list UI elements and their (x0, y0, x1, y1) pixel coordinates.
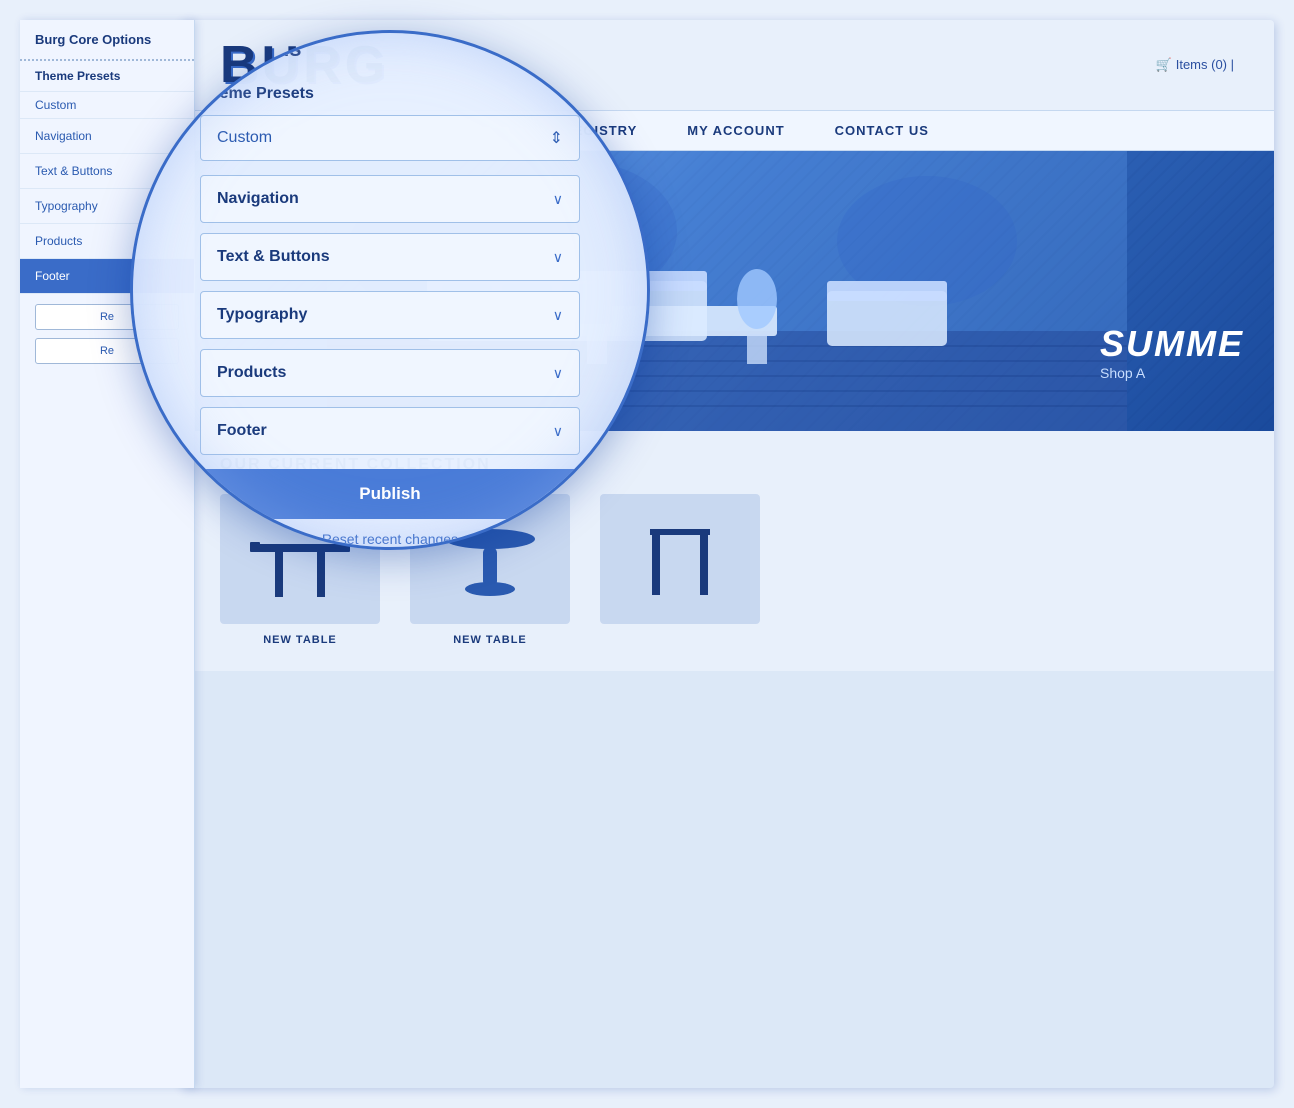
accordion-products[interactable]: Products ∨ (200, 349, 580, 397)
theme-preset-select[interactable]: Custom ⇕ (200, 115, 580, 161)
chevron-down-icon-footer: ∨ (553, 423, 563, 440)
sidebar-item-navigation[interactable]: Navigation (20, 119, 194, 154)
store-cart: 🛒 Items (0) | (1156, 57, 1234, 73)
hero-shop-text: Shop A (1100, 365, 1244, 381)
chevron-down-icon-products: ∨ (553, 365, 563, 382)
publish-button[interactable]: Publish (200, 469, 580, 519)
hero-text: SUMME Shop A (1100, 323, 1244, 381)
nav-my-account[interactable]: MY ACCOUNT (687, 123, 784, 138)
accordion-products-label: Products (217, 364, 286, 382)
nav-contact-us[interactable]: CONTACT US (835, 123, 929, 138)
sidebar-preset-value: Custom (20, 92, 194, 119)
sidebar-theme-presets-label: Theme Presets (20, 61, 194, 92)
sidebar-title: Burg Core Options (20, 20, 194, 61)
accordion-navigation[interactable]: Navigation ∨ (200, 175, 580, 223)
accordion-navigation-label: Navigation (217, 190, 299, 208)
accordion-text-buttons-label: Text & Buttons (217, 248, 330, 266)
chevron-down-icon-navigation: ∨ (553, 191, 563, 208)
chevron-down-icon-typography: ∨ (553, 307, 563, 324)
table-icon-3 (620, 509, 740, 609)
product-name-2: NEW TABLE (453, 634, 527, 646)
accordion-typography[interactable]: Typography ∨ (200, 291, 580, 339)
magnified-panel: e Options 🔍 Theme Presets Custom ⇕ Navig… (130, 30, 650, 550)
accordion-typography-label: Typography (217, 306, 307, 324)
select-arrow-icon: ⇕ (550, 128, 563, 148)
accordion-footer[interactable]: Footer ∨ (200, 407, 580, 455)
hero-summer-text: SUMME (1100, 323, 1244, 365)
product-card-3 (600, 494, 760, 646)
theme-presets-label: Theme Presets (200, 85, 580, 103)
accordion-footer-label: Footer (217, 422, 267, 440)
chevron-down-icon-text-buttons: ∨ (553, 249, 563, 266)
magnified-content-area: e Options 🔍 Theme Presets Custom ⇕ Navig… (180, 30, 600, 550)
product-name-1: NEW TABLE (263, 634, 337, 646)
accordion-text-buttons[interactable]: Text & Buttons ∨ (200, 233, 580, 281)
product-image-3 (600, 494, 760, 624)
